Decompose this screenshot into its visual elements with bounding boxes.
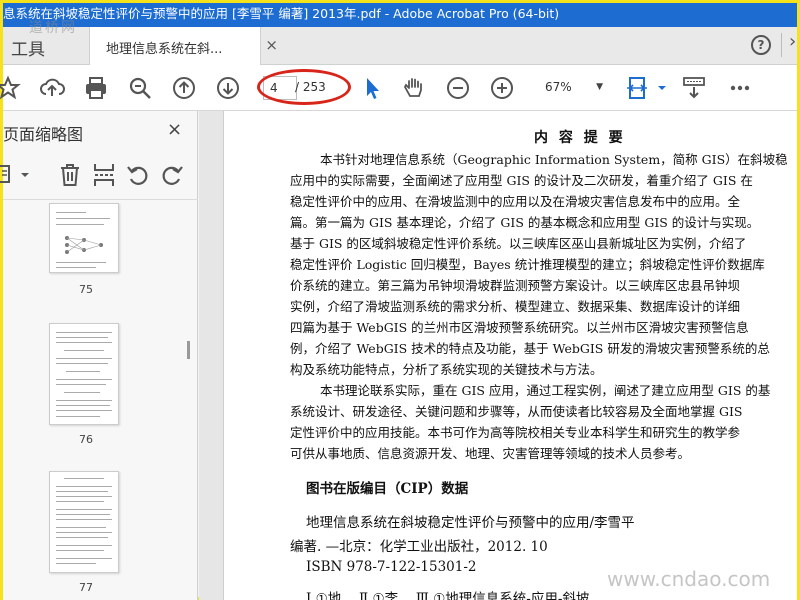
cip-line: 地理信息系统在斜坡稳定性评价与预警中的应用/李雪平 xyxy=(306,515,635,531)
zoom-out-icon[interactable] xyxy=(445,75,471,101)
pane-toolbar xyxy=(0,161,198,193)
text-line: 稳定性评价中的应用、在滑坡监测中的应用以及在滑坡灾害信息发布中的应用。全 xyxy=(290,194,741,209)
zoom-in-icon[interactable] xyxy=(489,75,515,101)
text-line: 本书理论联系实际，重在 GIS 应用，通过工程实例，阐述了建立应用型 GIS 的… xyxy=(320,383,771,398)
text-line: 价系统的建立。第三篇为吊钟坝滑坡群监测预警方案设计。以三峡库区忠县吊钟坝 xyxy=(290,278,741,293)
previous-page-icon[interactable] xyxy=(171,75,197,101)
keyboard-scroll-icon[interactable] xyxy=(681,75,707,101)
tab-bar: 工具 地理信息系统在斜... × ? › xyxy=(3,27,797,65)
cip-line: Ⅰ.①地… Ⅱ.①李… Ⅲ.①地理信息系统-应用-斜坡 xyxy=(306,591,590,600)
thumbnail-options-icon[interactable] xyxy=(0,161,33,193)
cip-title: 图书在版编目（CIP）数据 xyxy=(306,481,469,497)
pane-scrollbar[interactable] xyxy=(187,341,190,359)
star-icon[interactable] xyxy=(0,75,21,101)
thumbnail-page-label: 75 xyxy=(79,283,93,296)
next-page-icon[interactable] xyxy=(215,75,241,101)
pane-title: 页面缩略图 xyxy=(3,125,84,144)
select-cursor-icon[interactable] xyxy=(359,75,385,101)
insert-page-icon[interactable] xyxy=(91,161,117,193)
watermark-bottom: www.cndao.com xyxy=(607,567,771,591)
text-line: 构及系统功能特点，分析了系统实现的关键技术与方法。 xyxy=(290,362,603,377)
toolbar: 4 / 253 67% ▼ xyxy=(0,65,797,111)
pane-divider xyxy=(3,199,198,200)
text-line: 稳定性评价 Logistic 回归模型，Bayes 统计推理模型的建立；斜坡稳定… xyxy=(290,257,765,272)
delete-page-icon[interactable] xyxy=(57,161,83,193)
red-annotation-ellipse xyxy=(257,69,351,105)
tab-document-label: 地理信息系统在斜... xyxy=(106,42,223,57)
page-heading: 内 容 提 要 xyxy=(534,130,626,146)
text-line: 篇。第一篇为 GIS 基本理论，介绍了 GIS 的基本概念和应用型 GIS 的设… xyxy=(290,215,760,230)
text-line: 应用中的实际需要，全面阐述了应用型 GIS 的设计及二次研发，着重介绍了 GIS… xyxy=(290,173,753,188)
window-title: 息系统在斜坡稳定性评价与预警中的应用 [李雪平 编著] 2013年.pdf - … xyxy=(3,6,560,21)
fit-dropdown-icon[interactable] xyxy=(649,75,666,101)
text-line: 基于 GIS 的区域斜坡稳定性评价系统。以三峡库区巫山县新城址区为实例，介绍了 xyxy=(290,236,747,251)
zoom-select[interactable]: 67% ▼ xyxy=(537,76,607,100)
page-thumbnail[interactable] xyxy=(49,323,119,425)
tab-tools[interactable]: 工具 xyxy=(11,35,45,60)
zoom-search-icon[interactable] xyxy=(127,75,153,101)
close-pane-icon[interactable]: × xyxy=(167,119,182,140)
more-options-icon[interactable] xyxy=(727,75,753,101)
document-viewport[interactable]: 内 容 提 要 本书针对地理信息系统（Geographic Informatio… xyxy=(199,111,797,600)
fit-page-icon[interactable] xyxy=(625,75,651,101)
cip-line: ISBN 978-7-122-15301-2 xyxy=(306,559,477,575)
text-line: 定性评价中的应用技能。本书可作为高等院校相关专业本科学生和研究生的教学参 xyxy=(290,425,741,440)
text-line: 可供从事地质、信息资源开发、地理、灾害管理等领域的技术人员参考。 xyxy=(290,446,691,461)
upload-cloud-icon[interactable] xyxy=(39,75,65,101)
thumbnail-page-label: 77 xyxy=(79,581,93,594)
page-thumbnails-pane: 页面缩略图 × 75 76 77 xyxy=(0,111,198,600)
text-line: 本书针对地理信息系统（Geographic Information System… xyxy=(320,152,788,167)
rotate-left-icon[interactable] xyxy=(125,161,151,193)
tabbar-divider xyxy=(781,33,782,57)
cip-line: 编著. —北京：化学工业出版社，2012. 10 xyxy=(290,539,548,555)
page-thumbnail[interactable] xyxy=(49,471,119,573)
hand-tool-icon[interactable] xyxy=(401,75,427,101)
text-line: 实例，介绍了滑坡监测系统的需求分析、模型建立、数据采集、数据库设计的详细 xyxy=(290,299,741,314)
text-line: 系统设计、研发途径、关键问题和步骤等，从而使读者比较容易及全面地掌握 GIS xyxy=(290,404,743,419)
text-line: 四篇为基于 WebGIS 的兰州市区滑坡预警系统研究。以兰州市区滑坡灾害预警信息 xyxy=(290,320,749,335)
thumbnail-page-label: 76 xyxy=(79,433,93,446)
page-thumbnail[interactable] xyxy=(49,203,119,273)
chevron-down-icon: ▼ xyxy=(596,82,603,92)
zoom-value: 67% xyxy=(545,80,572,94)
pdf-page: 内 容 提 要 本书针对地理信息系统（Geographic Informatio… xyxy=(223,111,797,600)
rotate-right-icon[interactable] xyxy=(159,161,185,193)
tab-document[interactable]: 地理信息系统在斜... × xyxy=(89,27,278,65)
expand-icon[interactable]: › xyxy=(789,31,796,52)
close-tab-icon[interactable]: × xyxy=(265,36,278,54)
help-icon[interactable]: ? xyxy=(751,35,771,55)
text-line: 例，介绍了 WebGIS 技术的特点及功能，基于 WebGIS 研发的滑坡灾害预… xyxy=(290,341,770,356)
watermark-top: 道桥网 xyxy=(29,20,77,36)
print-icon[interactable] xyxy=(83,75,109,101)
window-title-bar: 息系统在斜坡稳定性评价与预警中的应用 [李雪平 编著] 2013年.pdf - … xyxy=(3,3,797,27)
